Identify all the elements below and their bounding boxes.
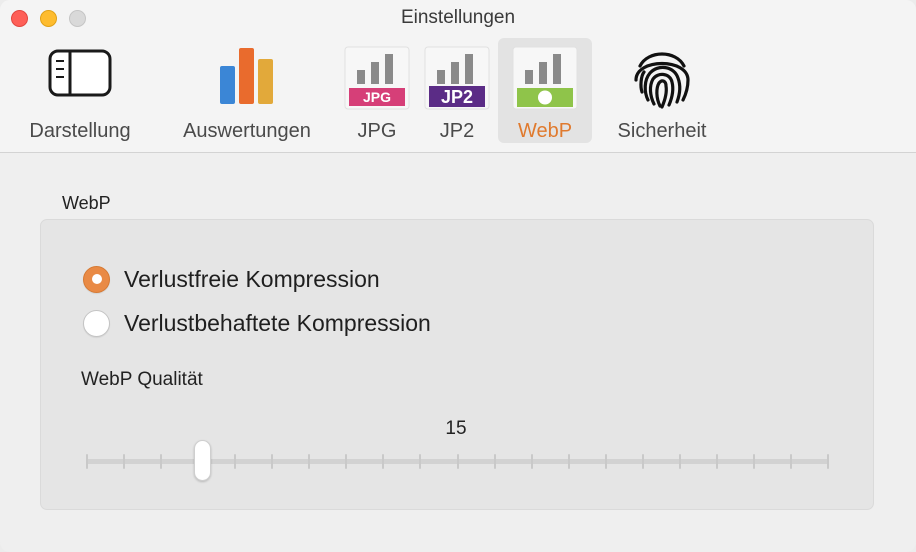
jp2-file-icon: JP2 — [424, 46, 490, 110]
slider-tick — [752, 454, 755, 469]
slider-thumb[interactable] — [193, 440, 211, 481]
slider-tick — [827, 454, 829, 469]
slider-tick — [493, 454, 496, 469]
tab-label: Auswertungen — [183, 120, 311, 142]
quality-value: 15 — [445, 418, 467, 439]
jpg-file-icon: JPG — [344, 46, 410, 110]
slider-tick — [641, 454, 644, 469]
fingerprint-icon — [634, 52, 690, 109]
window-title: Einstellungen — [400, 7, 516, 28]
bar-chart-icon — [220, 48, 273, 104]
slider-tick — [789, 454, 792, 469]
quality-label: WebP Qualität — [81, 369, 203, 390]
radio-button[interactable] — [83, 309, 110, 337]
radio-lossy[interactable]: Verlustbehaftete Kompression — [83, 308, 431, 338]
jpg-badge-text: JPG — [363, 89, 391, 105]
tab-label: Sicherheit — [617, 120, 707, 142]
webp-file-icon — [512, 46, 578, 110]
radio-label: Verlustbehaftete Kompression — [124, 309, 431, 336]
sidebar-panel-icon — [48, 49, 112, 97]
tab-auswertungen[interactable]: Auswertungen — [166, 38, 328, 143]
tab-darstellung[interactable]: Darstellung — [14, 38, 146, 143]
slider-tick — [308, 454, 311, 469]
slider-tick — [456, 454, 459, 469]
tab-webp[interactable]: WebP — [498, 38, 592, 143]
jp2-badge-text: JP2 — [441, 87, 473, 107]
titlebar: Einstellungen Darstellung Auswertungen J… — [0, 0, 916, 153]
slider-tick — [234, 454, 237, 469]
tab-label: Darstellung — [29, 120, 131, 142]
slider-tick — [678, 454, 681, 469]
slider-tick — [271, 454, 274, 469]
slider-tick — [567, 454, 570, 469]
quality-slider[interactable] — [86, 440, 829, 484]
slider-tick — [86, 454, 88, 469]
slider-tick — [123, 454, 126, 469]
tab-jp2[interactable]: JP2 JP2 — [420, 38, 494, 143]
slider-tick — [604, 454, 607, 469]
radio-label: Verlustfreie Kompression — [124, 265, 380, 292]
group-label: WebP — [62, 193, 111, 213]
tab-sicherheit[interactable]: Sicherheit — [600, 38, 724, 143]
slider-tick — [530, 454, 533, 469]
tab-label: JP2 — [439, 120, 475, 142]
radio-button-selected[interactable] — [83, 265, 110, 293]
preferences-window: Einstellungen Darstellung Auswertungen J… — [0, 0, 916, 552]
tab-jpg[interactable]: JPG JPG — [340, 38, 414, 143]
radio-lossless[interactable]: Verlustfreie Kompression — [83, 264, 380, 294]
slider-tick — [715, 454, 718, 469]
slider-tick — [160, 454, 163, 469]
tab-label: WebP — [517, 120, 573, 142]
tab-label: JPG — [357, 120, 397, 142]
